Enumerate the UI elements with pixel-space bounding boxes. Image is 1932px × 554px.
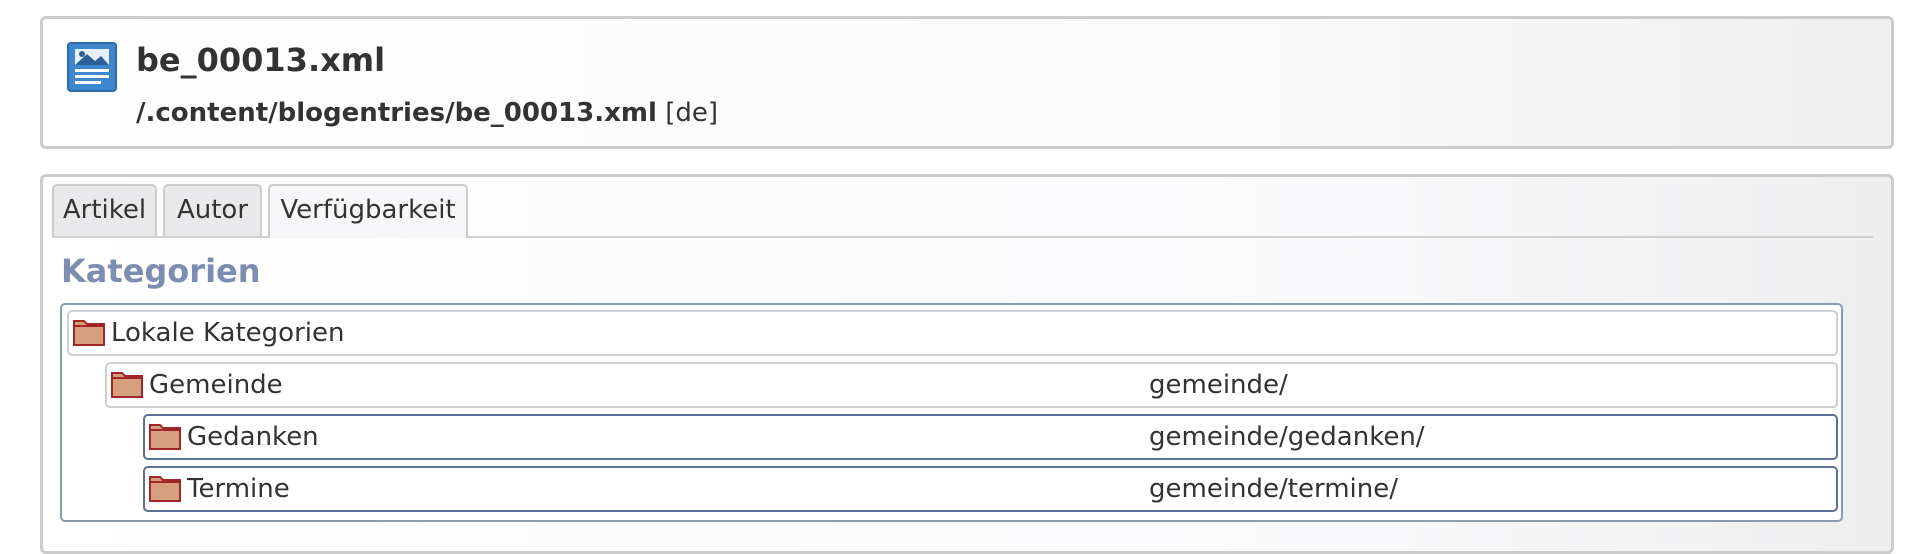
file-name: be_00013.xml [136, 41, 386, 79]
tab-label: Verfügbarkeit [280, 195, 456, 225]
file-path: /.content/blogentries/be_00013.xml [136, 98, 657, 128]
folder-icon [111, 372, 143, 398]
category-path: gemeinde/gedanken/ [1149, 422, 1425, 452]
file-locale: [de] [665, 98, 718, 128]
folder-icon [149, 424, 181, 450]
tab-autor[interactable]: Autor [163, 184, 262, 236]
tab-artikel[interactable]: Artikel [52, 184, 157, 236]
tree-row-lokale-kategorien[interactable]: Lokale Kategorien [67, 310, 1838, 356]
category-label: Termine [187, 474, 290, 504]
folder-icon [73, 320, 105, 346]
category-tree: Lokale Kategorien Gemeinde gemeinde/ Ged… [60, 303, 1843, 522]
document-image-icon [67, 42, 117, 92]
category-label: Lokale Kategorien [111, 318, 345, 348]
tab-bar: Artikel Autor Verfügbarkeit [52, 184, 1873, 238]
tree-row-gemeinde[interactable]: Gemeinde gemeinde/ [105, 362, 1838, 408]
editor-panel: Artikel Autor Verfügbarkeit Kategorien L… [40, 174, 1894, 554]
tab-label: Artikel [62, 195, 147, 225]
category-path: gemeinde/ [1149, 370, 1288, 400]
tab-verfuegbarkeit[interactable]: Verfügbarkeit [268, 184, 468, 238]
category-label: Gedanken [187, 422, 319, 452]
file-path-line: /.content/blogentries/be_00013.xml [de] [136, 95, 718, 131]
resource-header: be_00013.xml /.content/blogentries/be_00… [40, 16, 1894, 149]
folder-icon [149, 476, 181, 502]
tree-row-termine[interactable]: Termine gemeinde/termine/ [143, 466, 1838, 512]
tab-label: Autor [176, 195, 249, 225]
category-label: Gemeinde [149, 370, 283, 400]
section-title: Kategorien [61, 252, 261, 290]
category-path: gemeinde/termine/ [1149, 474, 1398, 504]
tree-row-gedanken[interactable]: Gedanken gemeinde/gedanken/ [143, 414, 1838, 460]
